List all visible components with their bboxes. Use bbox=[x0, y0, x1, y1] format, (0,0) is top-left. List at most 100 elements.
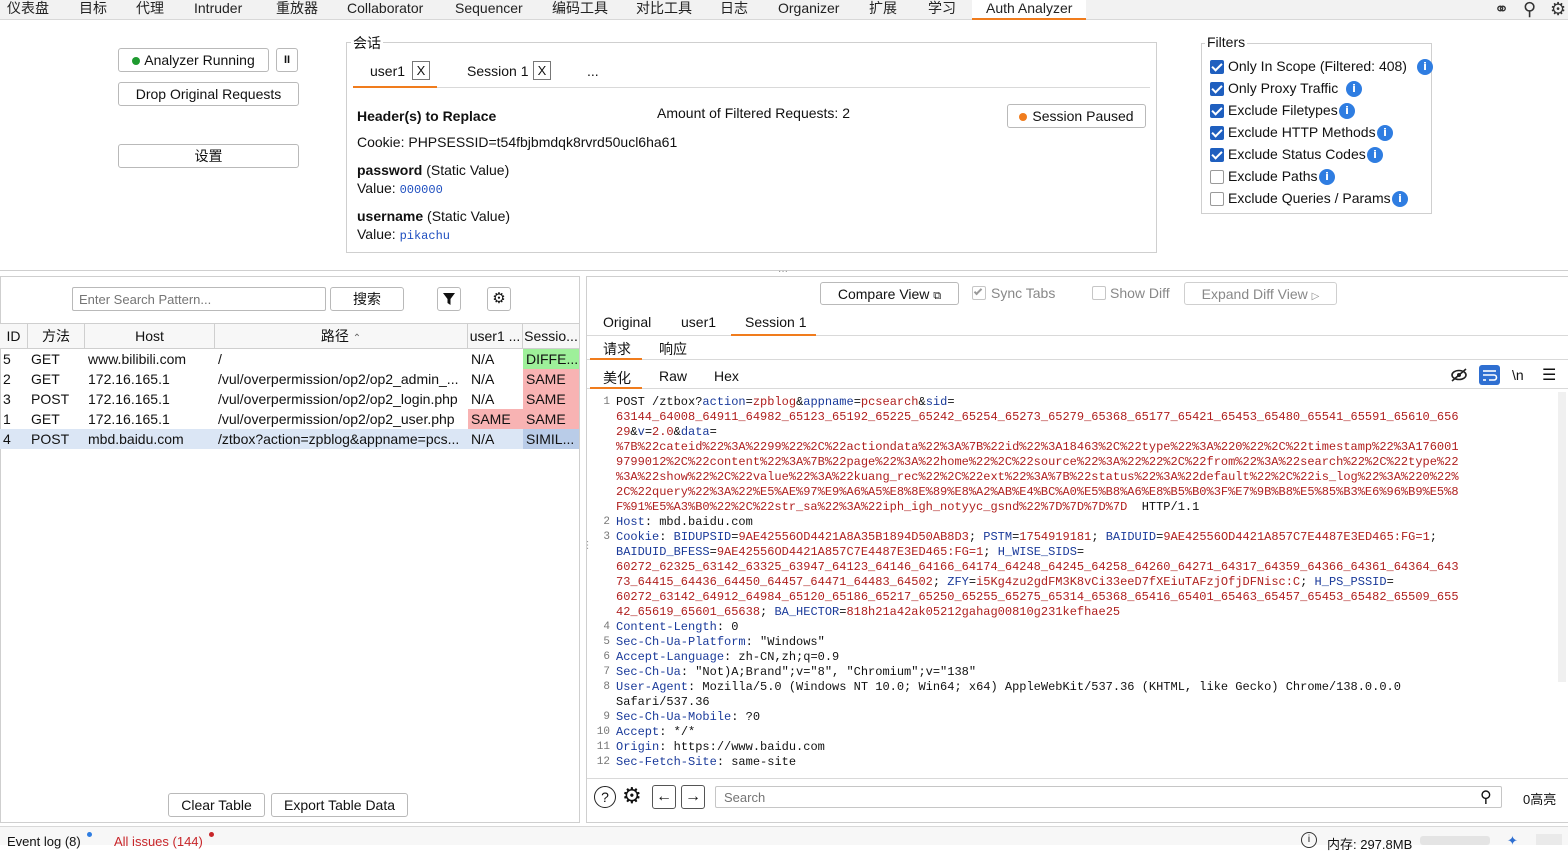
help-icon[interactable]: ? bbox=[594, 786, 616, 808]
tab-sequencer[interactable]: Sequencer bbox=[455, 0, 523, 20]
filter-info-icon[interactable]: i bbox=[1346, 81, 1362, 97]
column-header-method[interactable]: 方法 bbox=[28, 324, 85, 348]
settings-gear-icon[interactable]: ⚙ bbox=[622, 783, 642, 809]
table-cell-host: mbd.baidu.com bbox=[88, 431, 184, 447]
status-toggle[interactable] bbox=[1536, 834, 1562, 845]
filter-info-icon[interactable]: i bbox=[1319, 169, 1335, 185]
table-row[interactable]: 3 POST 172.16.165.1/vul/overpermission/op2… bbox=[0, 389, 579, 409]
tab-dashboard[interactable]: 仪表盘 bbox=[7, 0, 49, 20]
code-line: BAIDUID_BFESS=9AE42556OD4421A857C7E4487E… bbox=[616, 545, 1084, 560]
search-button[interactable]: 搜索 bbox=[330, 287, 404, 311]
globe-icon[interactable]: ⚭ bbox=[1494, 0, 1509, 18]
compare-view-button[interactable]: Compare View ⧉ bbox=[820, 282, 959, 305]
column-header-session[interactable]: Sessio... bbox=[523, 324, 579, 348]
code-scrollbar[interactable] bbox=[1558, 392, 1566, 682]
wrap-lines-icon[interactable] bbox=[1479, 365, 1500, 385]
filter-checkbox[interactable] bbox=[1210, 148, 1224, 162]
tab-decoder[interactable]: 编码工具 bbox=[552, 0, 608, 20]
filter-info-icon[interactable]: i bbox=[1417, 59, 1433, 75]
expand-diff-view-button[interactable]: Expand Diff View ▷ bbox=[1184, 282, 1337, 305]
code-token: 60272_62325_63142_63325_63947_64123_6414… bbox=[616, 560, 1459, 574]
code-token: : bbox=[659, 530, 674, 544]
tab-comparer[interactable]: 对比工具 bbox=[636, 0, 692, 20]
tab-intruder[interactable]: Intruder bbox=[194, 0, 242, 20]
code-token: Content-Length bbox=[616, 620, 717, 634]
search-input[interactable] bbox=[72, 287, 326, 311]
table-row[interactable]: 4 POST mbd.baidu.com/ztbox?action=zpblog&a… bbox=[0, 429, 579, 449]
ai-sparkle-icon[interactable]: ✦ bbox=[1507, 833, 1518, 849]
event-log-link[interactable]: Event log (8) bbox=[7, 834, 81, 849]
viewer-search-input[interactable] bbox=[715, 786, 1502, 808]
filter-checkbox[interactable] bbox=[1210, 126, 1224, 140]
filter-info-icon[interactable]: i bbox=[1377, 125, 1393, 141]
gear-icon[interactable]: ⚙ bbox=[1550, 0, 1566, 18]
drop-original-requests-button[interactable]: Drop Original Requests bbox=[118, 82, 299, 106]
hide-nonprintable-icon[interactable] bbox=[1450, 367, 1468, 386]
viewer-tab-session1[interactable]: Session 1 bbox=[731, 310, 816, 336]
code-line: Sec-Ch-Ua-Mobile: ?0 bbox=[616, 710, 760, 725]
column-header-host[interactable]: Host bbox=[85, 324, 215, 348]
line-number: 6 bbox=[603, 651, 610, 663]
session-tab-user1[interactable]: user1 X bbox=[353, 58, 437, 88]
filters-legend: Filters bbox=[1205, 34, 1248, 50]
next-arrow-icon[interactable]: → bbox=[681, 785, 705, 809]
close-icon[interactable]: X bbox=[533, 61, 551, 80]
filter-info-icon[interactable]: i bbox=[1392, 191, 1408, 207]
filter-checkbox[interactable] bbox=[1210, 82, 1224, 96]
filter-checkbox[interactable] bbox=[1210, 170, 1224, 184]
filter-checkbox[interactable] bbox=[1210, 104, 1224, 118]
line-number: 9 bbox=[603, 711, 610, 723]
mode-tab-raw[interactable]: Raw bbox=[659, 368, 687, 384]
all-issues-link[interactable]: All issues (144) bbox=[114, 834, 203, 849]
table-settings-gear-icon[interactable]: ⚙ bbox=[487, 287, 511, 311]
subtab-response[interactable]: 响应 bbox=[659, 339, 687, 359]
close-icon[interactable]: X bbox=[412, 61, 430, 80]
table-row[interactable]: 2 GET 172.16.165.1/vul/overpermission/op2/… bbox=[0, 369, 579, 389]
table-row[interactable]: 1 GET 172.16.165.1/vul/overpermission/op2/… bbox=[0, 409, 579, 429]
previous-arrow-icon[interactable]: ← bbox=[652, 785, 676, 809]
code-token: data bbox=[680, 425, 710, 439]
filter-checkbox[interactable] bbox=[1210, 60, 1224, 74]
viewer-tab-original[interactable]: Original bbox=[603, 314, 651, 330]
tab-proxy[interactable]: 代理 bbox=[136, 0, 164, 20]
filter-info-icon[interactable]: i bbox=[1367, 147, 1383, 163]
newline-toggle-icon[interactable]: \n bbox=[1512, 367, 1524, 383]
table-row[interactable]: 5 GET www.bilibili.com / N/A DIFFE... bbox=[0, 349, 579, 369]
tab-collaborator[interactable]: Collaborator bbox=[347, 0, 423, 20]
filter-icon[interactable] bbox=[437, 287, 461, 311]
search-icon[interactable]: ⚲ bbox=[1523, 0, 1536, 18]
menu-icon[interactable]: ☰ bbox=[1542, 365, 1556, 385]
tab-repeater[interactable]: 重放器 bbox=[276, 0, 318, 20]
subtab-request[interactable]: 请求 bbox=[590, 336, 642, 360]
filter-info-icon[interactable]: i bbox=[1339, 103, 1355, 119]
tab-target[interactable]: 目标 bbox=[79, 0, 107, 20]
filter-checkbox[interactable] bbox=[1210, 192, 1224, 206]
session-tab-session1[interactable]: Session 1 X bbox=[453, 58, 563, 88]
code-token: H_PS_PSSID bbox=[1314, 575, 1387, 589]
column-header-id[interactable]: ID bbox=[0, 324, 28, 348]
column-header-user1[interactable]: user1 ... bbox=[468, 324, 523, 348]
code-line: Accept: */* bbox=[616, 725, 695, 740]
export-table-data-button[interactable]: Export Table Data bbox=[271, 793, 408, 817]
code-line: 60272_62325_63142_63325_63947_64123_6414… bbox=[616, 560, 1459, 575]
table-cell-user1: SAME bbox=[468, 409, 523, 429]
mode-tab-hex[interactable]: Hex bbox=[714, 368, 739, 384]
viewer-tab-user1[interactable]: user1 bbox=[681, 314, 716, 330]
code-token: Sec-Ch-Ua bbox=[616, 665, 681, 679]
session-paused-button[interactable]: Session Paused bbox=[1007, 104, 1146, 128]
add-session-tab[interactable]: ... bbox=[587, 63, 599, 79]
settings-button[interactable]: 设置 bbox=[118, 144, 299, 168]
code-token: action bbox=[702, 395, 746, 409]
column-header-path[interactable]: 路径 ⌃ bbox=[215, 324, 468, 348]
tab-auth-analyzer[interactable]: Auth Analyzer bbox=[972, 0, 1087, 20]
request-code-area[interactable]: 1 POST /ztbox?action=zpblog&appname=pcsea… bbox=[587, 390, 1568, 774]
tab-logger[interactable]: 日志 bbox=[720, 0, 748, 20]
tab-organizer[interactable]: Organizer bbox=[778, 0, 839, 20]
clear-table-button[interactable]: Clear Table bbox=[168, 793, 265, 817]
info-icon[interactable]: i bbox=[1301, 832, 1317, 848]
tab-learn[interactable]: 学习 bbox=[928, 0, 956, 20]
tab-extensions[interactable]: 扩展 bbox=[869, 0, 897, 20]
mode-tab-pretty[interactable]: 美化 bbox=[590, 364, 642, 389]
analyzer-running-button[interactable]: Analyzer Running bbox=[118, 48, 269, 72]
pause-button[interactable]: II bbox=[276, 48, 298, 72]
